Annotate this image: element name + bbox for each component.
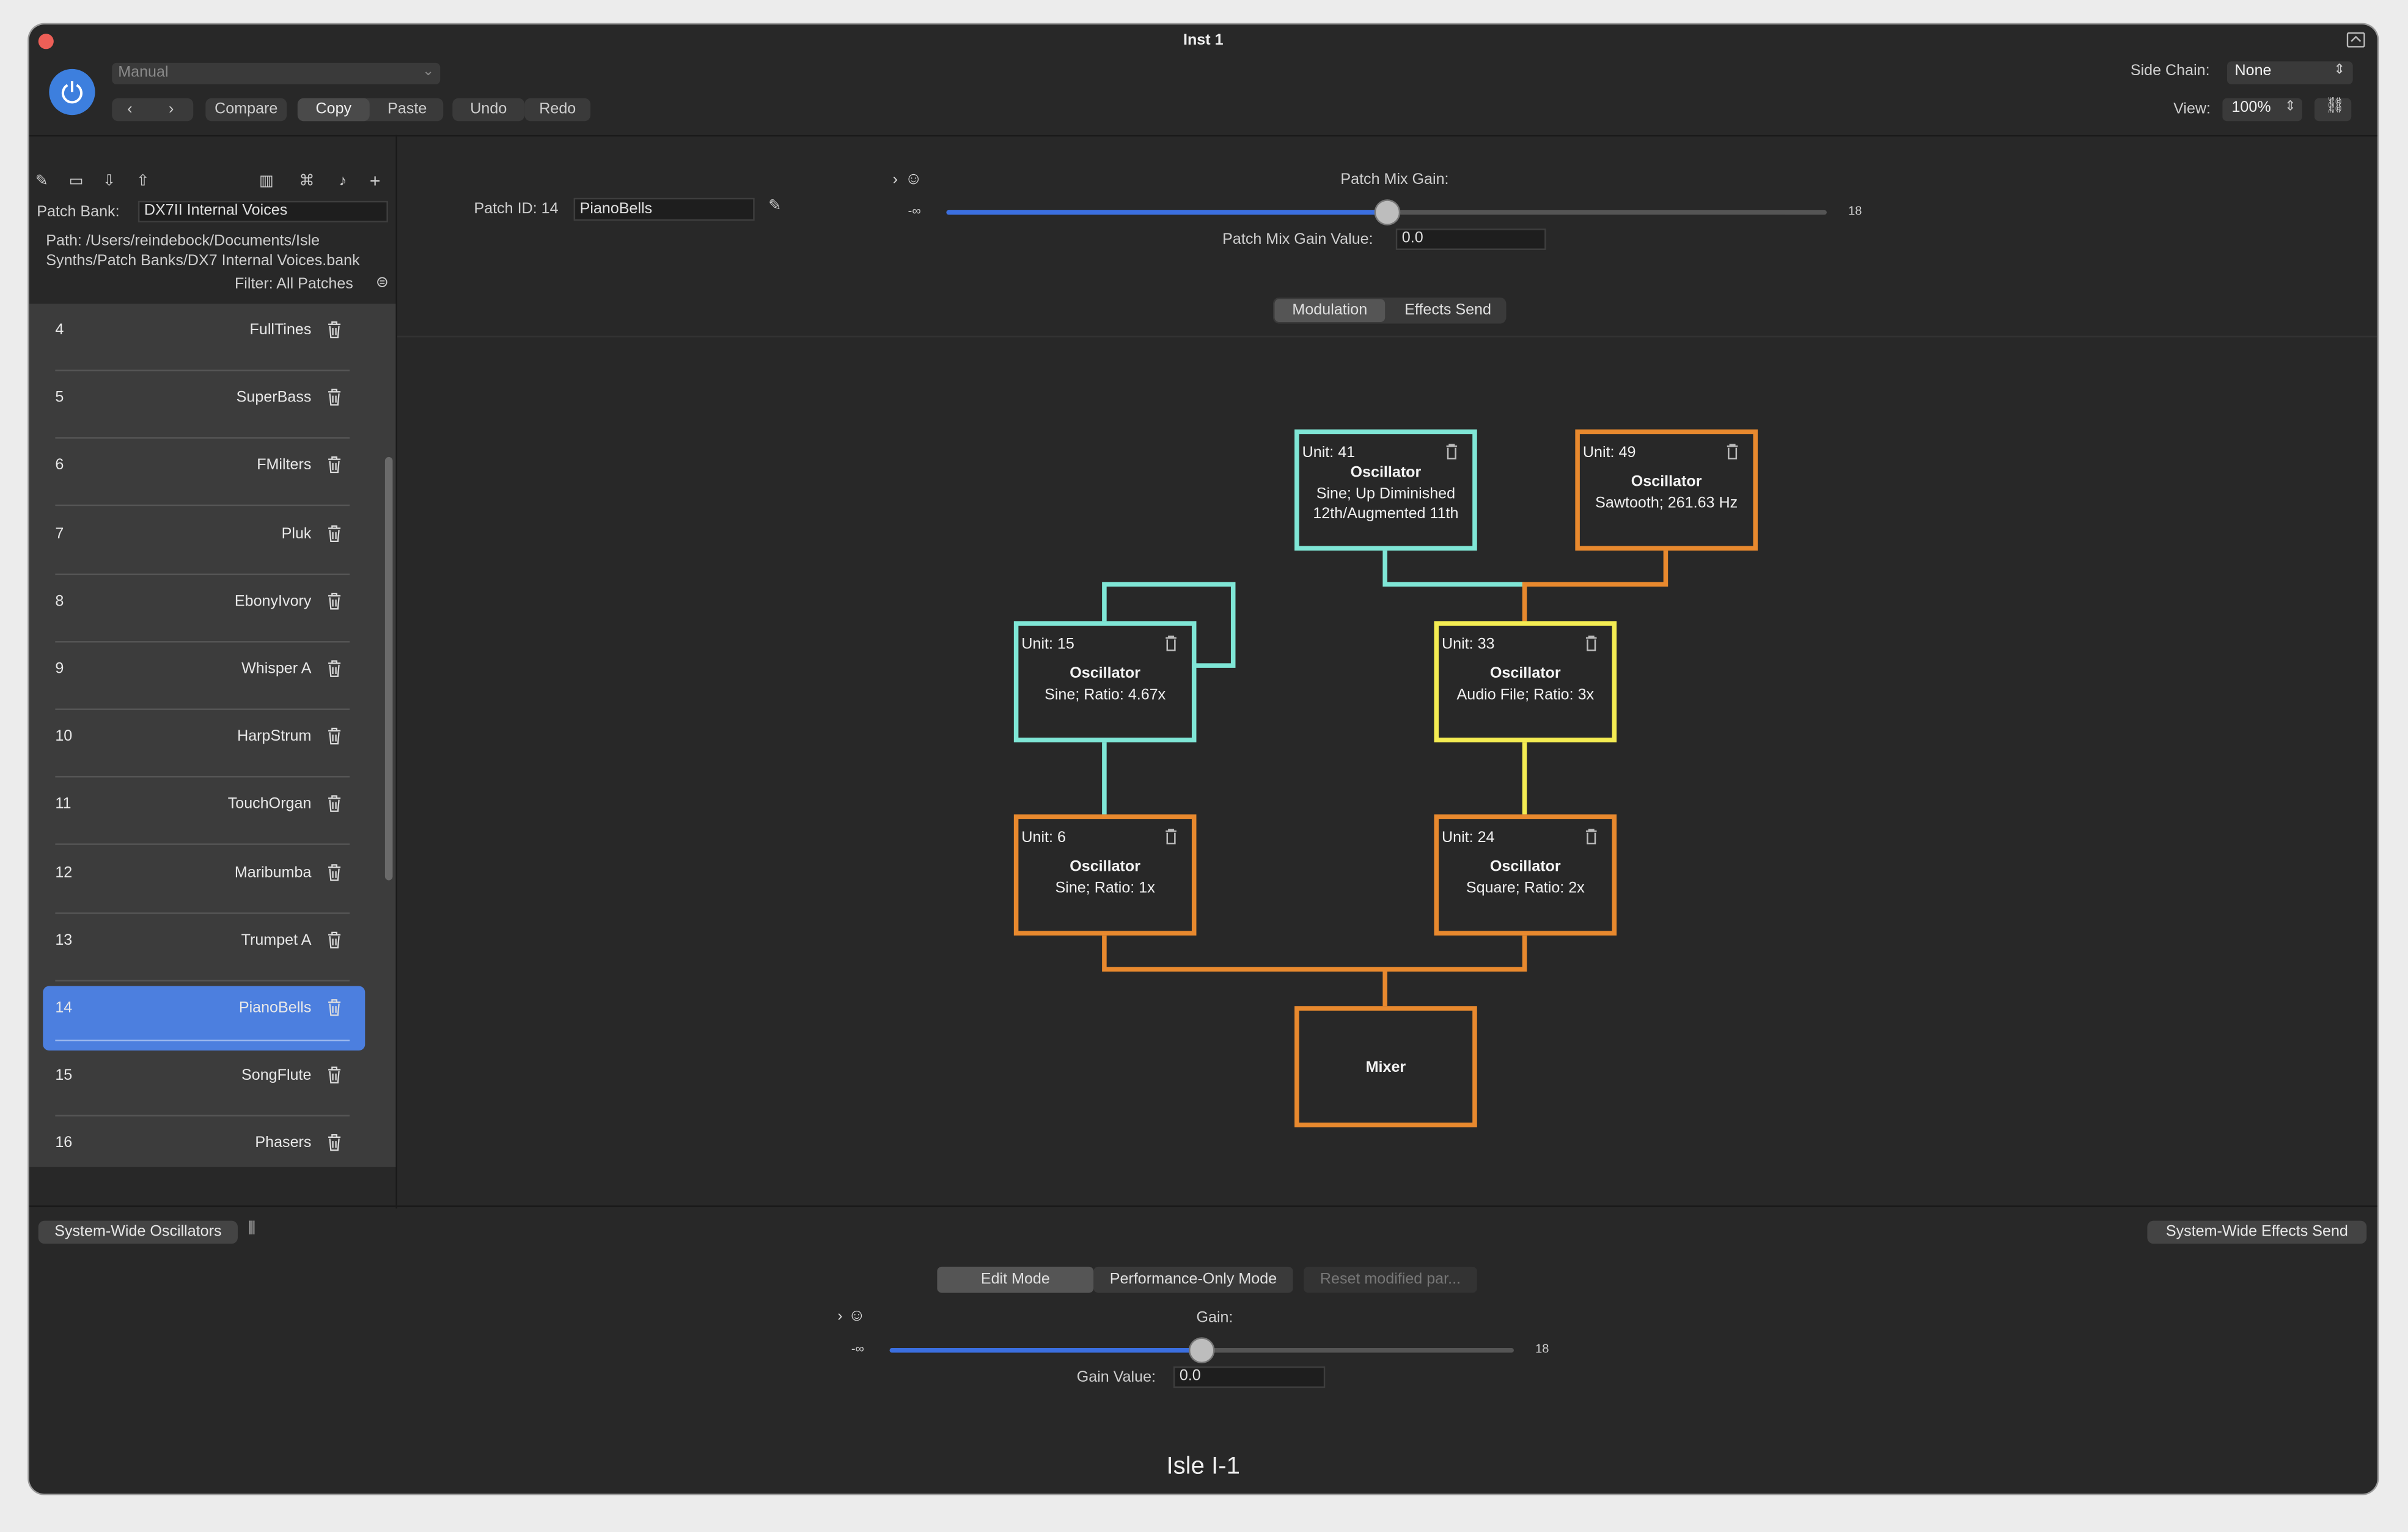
slider-knob[interactable] <box>1190 1338 1214 1362</box>
system-wide-oscillators-button[interactable]: System-Wide Oscillators <box>38 1220 238 1244</box>
node-description: Sawtooth; 261.63 Hz <box>1595 495 1738 513</box>
node-kind: Oscillator <box>1631 474 1702 491</box>
wire-49-to-33 <box>1522 549 1668 623</box>
mixer-node[interactable]: Mixer <box>1294 1006 1477 1127</box>
wire-41-to-33 <box>1382 549 1525 587</box>
node-unit-label: Unit: 33 <box>1442 636 1495 654</box>
performance-only-mode-button[interactable]: Performance-Only Mode <box>1093 1266 1293 1293</box>
node-description-line-2: 12th/Augmented 11th <box>1313 506 1459 523</box>
reset-modified-parameters-button[interactable]: Reset modified par... <box>1304 1266 1477 1293</box>
bottom-divider <box>29 1205 2377 1208</box>
disclosure-chevron-icon[interactable]: › <box>837 1308 842 1325</box>
system-wide-effects-send-button[interactable]: System-Wide Effects Send <box>2147 1220 2367 1244</box>
gain-min: -∞ <box>851 1341 864 1356</box>
oscillator-node-unit-49[interactable]: Unit: 49 Oscillator Sawtooth; 261.63 Hz <box>1575 429 1758 551</box>
oscillator-node-unit-24[interactable]: Unit: 24 Oscillator Square; Ratio: 2x <box>1434 814 1617 936</box>
node-description: Sine; Ratio: 1x <box>1055 880 1155 898</box>
node-description: Audio File; Ratio: 3x <box>1456 687 1595 704</box>
mode-selector: Edit Mode Performance-Only Mode Reset mo… <box>937 1266 1477 1293</box>
trash-icon[interactable] <box>1164 828 1178 845</box>
node-unit-label: Unit: 6 <box>1021 829 1066 847</box>
gain-value-label: Gain Value: <box>1076 1369 1156 1387</box>
oscillator-node-unit-41[interactable]: Unit: 41 Oscillator Sine; Up Diminished … <box>1294 429 1477 551</box>
oscillator-node-unit-6[interactable]: Unit: 6 Oscillator Sine; Ratio: 1x <box>1013 814 1197 936</box>
plugin-footer-title: Isle I-1 <box>1166 1454 1241 1480</box>
node-kind: Oscillator <box>1070 859 1141 876</box>
gain-slider[interactable] <box>889 1338 1514 1362</box>
node-description: Sine; Ratio: 4.67x <box>1044 687 1166 704</box>
node-unit-label: Unit: 24 <box>1442 829 1495 847</box>
trash-icon[interactable] <box>1445 443 1459 460</box>
trash-icon[interactable] <box>1584 828 1598 845</box>
mixer-label: Mixer <box>1365 1060 1406 1077</box>
edit-mode-button[interactable]: Edit Mode <box>937 1266 1094 1293</box>
trash-icon[interactable] <box>1725 443 1739 460</box>
node-unit-label: Unit: 15 <box>1021 636 1074 654</box>
trash-icon[interactable] <box>1164 635 1178 652</box>
mixer-sliders-icon[interactable]: ⫼ <box>249 1221 256 1238</box>
gain-label: Gain: <box>1196 1310 1233 1327</box>
trash-icon[interactable] <box>1584 635 1598 652</box>
gain-max: 18 <box>1535 1341 1549 1356</box>
node-unit-label: Unit: 49 <box>1582 444 1636 462</box>
wire-carriers-to-mixer <box>1102 932 1527 972</box>
node-kind: Oscillator <box>1489 859 1561 876</box>
node-description: Sine; Up Diminished <box>1316 486 1456 504</box>
oscillator-node-unit-33[interactable]: Unit: 33 Oscillator Audio File; Ratio: 3… <box>1434 621 1617 742</box>
smiley-icon[interactable]: ☺ <box>848 1307 865 1325</box>
node-kind: Oscillator <box>1489 665 1561 683</box>
node-kind: Oscillator <box>1350 464 1422 482</box>
oscillator-node-unit-15[interactable]: Unit: 15 Oscillator Sine; Ratio: 4.67x <box>1013 621 1197 742</box>
plugin-window: Inst 1 Manual ⌄ ‹ › Compare Copy Paste U… <box>29 24 2377 1494</box>
node-description: Square; Ratio: 2x <box>1466 880 1585 898</box>
node-kind: Oscillator <box>1070 665 1141 683</box>
slider-fill <box>889 1347 1202 1353</box>
node-unit-label: Unit: 41 <box>1302 444 1356 462</box>
gain-value-field[interactable]: 0.0 <box>1173 1366 1326 1388</box>
